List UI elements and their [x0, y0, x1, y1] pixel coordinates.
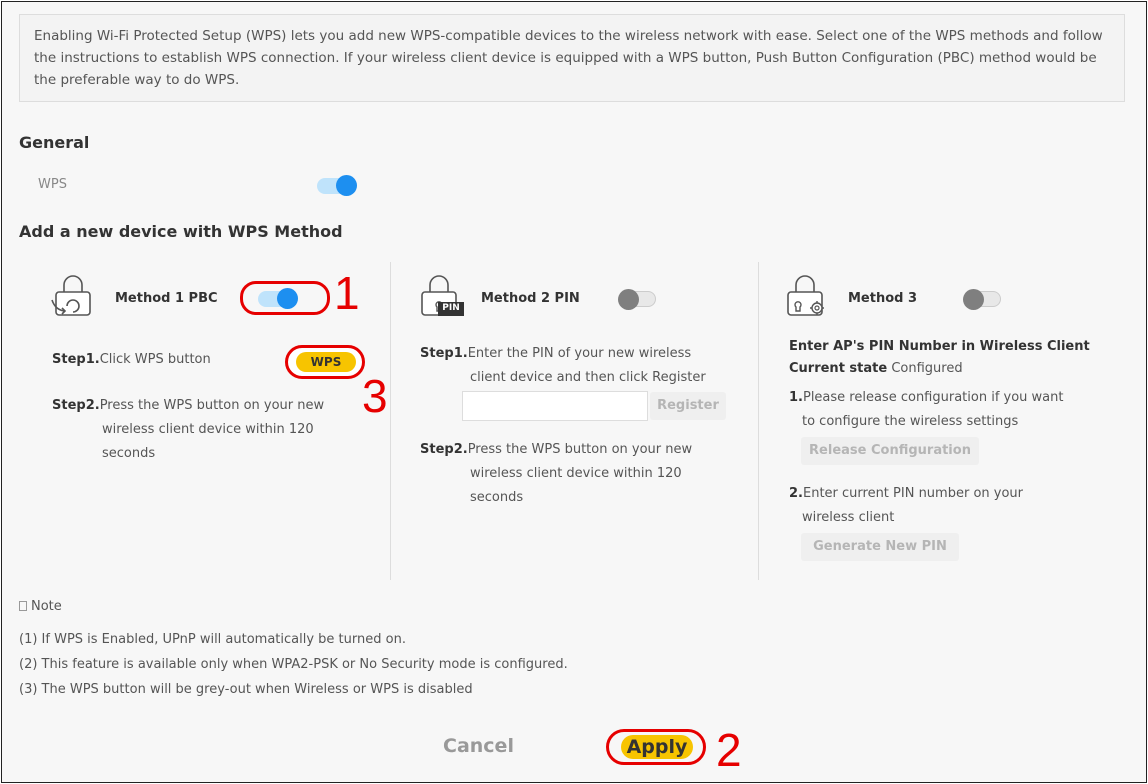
apply-button-label: Apply: [621, 735, 693, 759]
item-text: to configure the wireless settings: [802, 414, 1019, 429]
item-text: wireless client: [802, 510, 895, 525]
item-number: 1.: [789, 390, 803, 405]
method1-step2: Step2.Press the WPS button on your new w…: [52, 394, 324, 466]
cancel-button[interactable]: Cancel: [443, 735, 514, 757]
add-device-heading: Add a new device with WPS Method: [19, 222, 343, 241]
state-label: Current state: [789, 361, 888, 376]
step-text: wireless client device within 120: [102, 422, 314, 437]
method1-pbc-toggle[interactable]: [258, 288, 298, 309]
method2-step1: Step1.Enter the PIN of your new wireless…: [420, 342, 706, 390]
generate-new-pin-button[interactable]: Generate New PIN: [801, 533, 959, 561]
general-heading: General: [19, 133, 90, 152]
apply-button[interactable]: Apply: [606, 729, 706, 765]
note-title-text: Note: [31, 599, 62, 614]
note-line-2: (2) This feature is available only when …: [19, 657, 568, 672]
callout-number-1: 1: [334, 267, 360, 319]
item-number: 2.: [789, 486, 803, 501]
wps-enable-toggle[interactable]: [317, 175, 357, 196]
step-label: Step2.: [420, 442, 468, 457]
step-text: wireless client device within 120: [470, 466, 682, 481]
item-text: Please release configuration if you want: [802, 390, 1064, 405]
toggle-knob: [277, 288, 298, 309]
register-button[interactable]: Register: [650, 392, 726, 420]
step-text: Press the WPS button on your new: [99, 398, 325, 413]
item-text: Enter current PIN number on your: [802, 486, 1023, 501]
pin-badge: PIN: [442, 303, 460, 313]
note-line-1: (1) If WPS is Enabled, UPnP will automat…: [19, 632, 406, 647]
wps-label: WPS: [38, 177, 67, 192]
lock-refresh-icon: [50, 274, 96, 318]
method3-item1: 1.Please release configuration if you wa…: [789, 386, 1063, 434]
method1-title: Method 1 PBC: [115, 291, 218, 306]
method3-heading: Enter AP's PIN Number in Wireless Client: [789, 339, 1090, 354]
step-text: seconds: [470, 490, 524, 505]
toggle-knob: [336, 175, 357, 196]
callout-number-3: 3: [362, 370, 388, 422]
toggle-knob: [618, 289, 639, 310]
method2-pin-toggle[interactable]: [618, 289, 656, 310]
lock-gear-icon: [784, 274, 832, 318]
step-text: Press the WPS button on your new: [467, 442, 693, 457]
pin-input[interactable]: [462, 391, 648, 421]
column-divider: [390, 262, 391, 580]
method3-title: Method 3: [848, 291, 918, 306]
note-line-3: (3) The WPS button will be grey-out when…: [19, 682, 473, 697]
method3-toggle[interactable]: [963, 289, 1001, 310]
release-configuration-button[interactable]: Release Configuration: [801, 437, 979, 465]
callout-number-2: 2: [716, 724, 742, 776]
method3-item2: 2.Enter current PIN number on your wirel…: [789, 482, 1023, 530]
method2-step2: Step2.Press the WPS button on your new w…: [420, 438, 692, 510]
note-title: Note: [19, 599, 62, 614]
step-label: Step1.: [52, 352, 100, 367]
method1-step1: Step1.Click WPS button: [52, 348, 211, 372]
note-icon: [19, 601, 27, 611]
column-divider: [758, 262, 759, 580]
method3-current-state: Current state Configured: [789, 357, 963, 381]
lock-pin-icon: PIN: [418, 274, 466, 318]
step-text: Click WPS button: [99, 352, 211, 367]
step-label: Step2.: [52, 398, 100, 413]
wps-intro-description: Enabling Wi-Fi Protected Setup (WPS) let…: [19, 14, 1125, 102]
wps-button-label: WPS: [296, 352, 356, 372]
step-label: Step1.: [420, 346, 468, 361]
state-value: Configured: [891, 361, 963, 376]
wps-push-button[interactable]: WPS: [285, 345, 365, 379]
step-text: client device and then click Register: [470, 370, 706, 385]
method2-title: Method 2 PIN: [481, 291, 580, 306]
toggle-knob: [963, 289, 984, 310]
step-text: seconds: [102, 446, 156, 461]
step-text: Enter the PIN of your new wireless: [467, 346, 692, 361]
